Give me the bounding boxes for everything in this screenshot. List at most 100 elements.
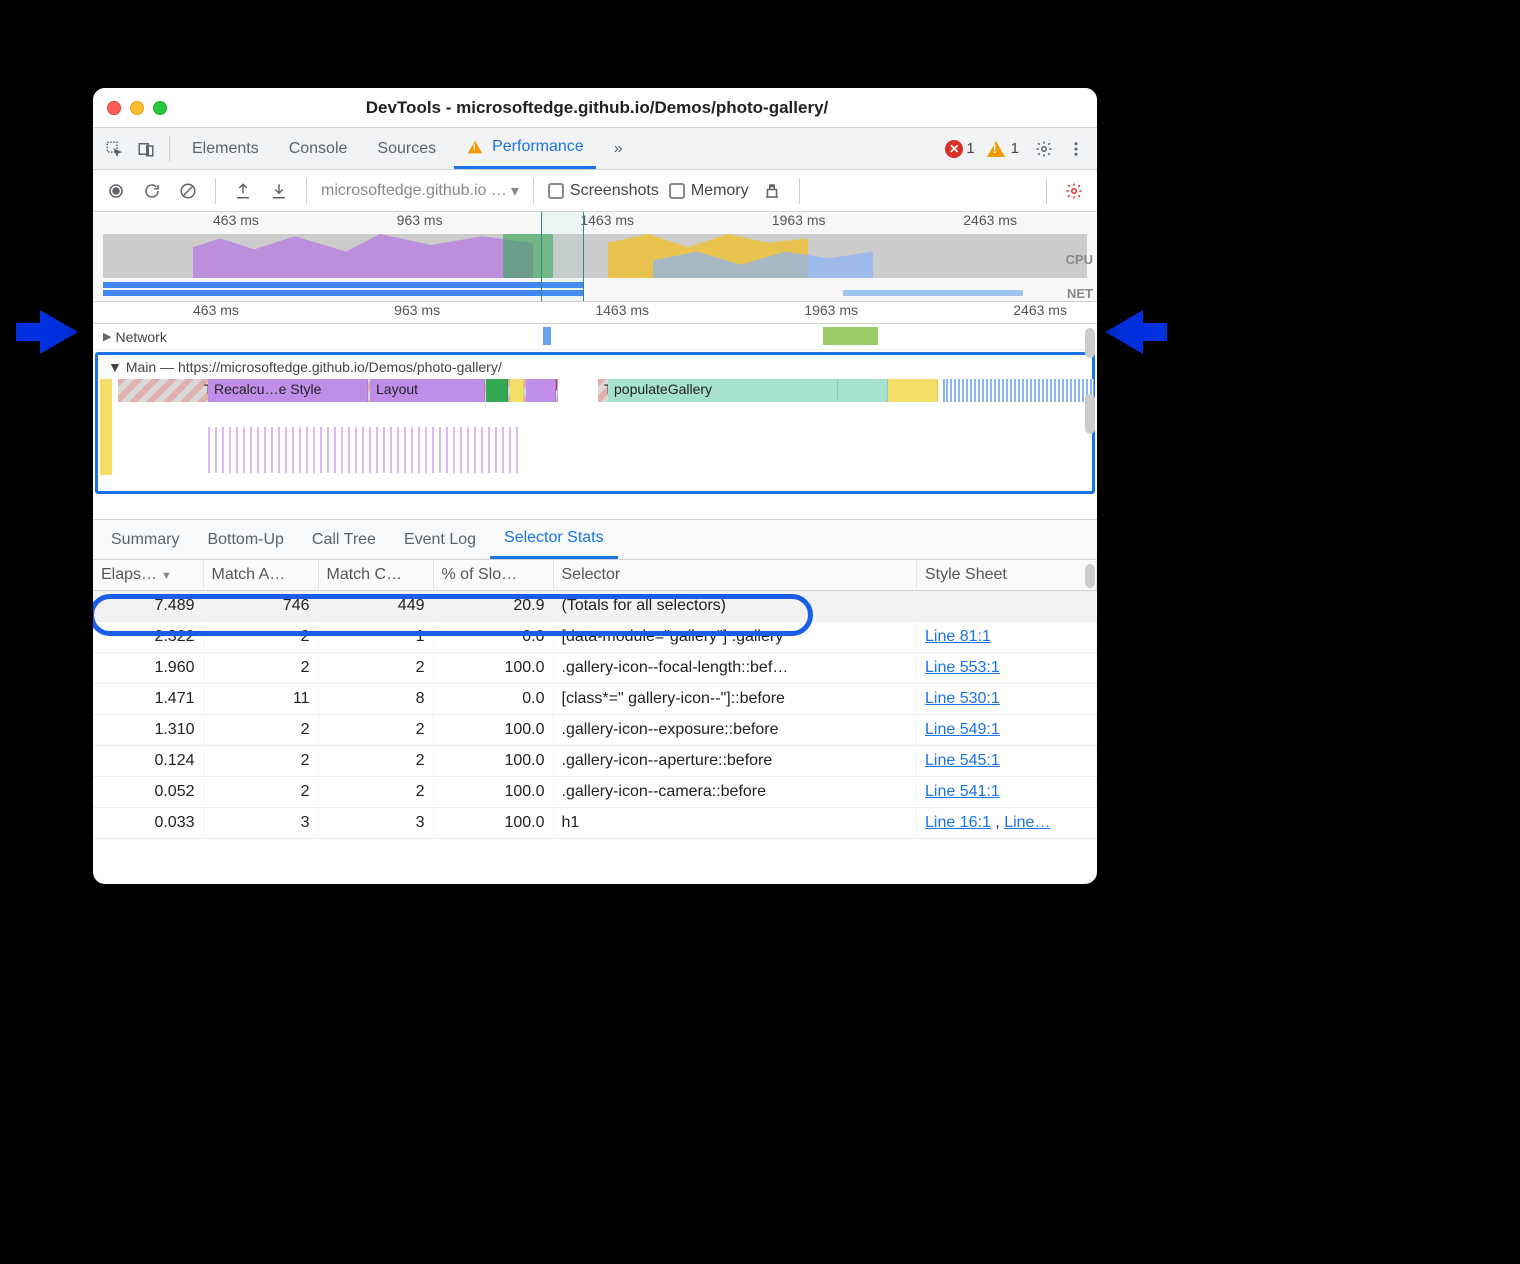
script-bar[interactable] bbox=[510, 379, 524, 402]
stylesheet-link[interactable]: Line 549:1 bbox=[925, 721, 1000, 738]
timeline-overview[interactable]: 463 ms 963 ms 1463 ms 1963 ms 2463 ms CP… bbox=[93, 212, 1097, 302]
stylesheet-link[interactable]: Line 16:1 bbox=[925, 814, 991, 831]
cell: 0.033 bbox=[93, 808, 203, 839]
col-match-a[interactable]: Match A… bbox=[203, 560, 318, 591]
stylesheet-link[interactable]: Line 553:1 bbox=[925, 659, 1000, 676]
cell: (Totals for all selectors) bbox=[553, 591, 917, 622]
subtab-selector-stats[interactable]: Selector Stats bbox=[490, 520, 618, 559]
net-bar bbox=[103, 282, 583, 288]
col-elapsed[interactable]: Elaps…▼ bbox=[93, 560, 203, 591]
paint-bar[interactable] bbox=[486, 379, 508, 402]
network-track-header[interactable]: ▶ Network bbox=[93, 324, 1097, 350]
inspect-element-icon[interactable] bbox=[101, 136, 127, 162]
upload-profile-icon[interactable] bbox=[230, 178, 256, 204]
download-profile-icon[interactable] bbox=[266, 178, 292, 204]
memory-checkbox[interactable]: Memory bbox=[669, 182, 749, 200]
table-row[interactable]: 0.12422100.0.gallery-icon--aperture::bef… bbox=[93, 746, 1097, 777]
warning-counter[interactable]: 1 bbox=[987, 140, 1019, 157]
bar-label: Layout bbox=[376, 381, 418, 397]
annotation-arrow-left bbox=[40, 310, 78, 354]
device-toggle-icon[interactable] bbox=[133, 136, 159, 162]
col-match-c[interactable]: Match C… bbox=[318, 560, 433, 591]
flame-bars[interactable]: Task Task Recalcu…e Style Layout Run Mic… bbox=[118, 379, 1092, 487]
chevron-down-icon: ▾ bbox=[511, 181, 519, 201]
table-row[interactable]: 1.31022100.0.gallery-icon--exposure::bef… bbox=[93, 715, 1097, 746]
more-menu-icon[interactable] bbox=[1063, 136, 1089, 162]
cpu-label: CPU bbox=[1066, 252, 1093, 267]
close-window-button[interactable] bbox=[107, 101, 121, 115]
cell: Line 530:1 bbox=[917, 684, 1097, 715]
stylesheet-link[interactable]: Line 545:1 bbox=[925, 752, 1000, 769]
overview-selection[interactable] bbox=[541, 212, 584, 301]
subtab-event-log[interactable]: Event Log bbox=[390, 520, 490, 559]
scrollbar-thumb[interactable] bbox=[1085, 394, 1095, 434]
cell: 100.0 bbox=[433, 653, 553, 684]
subtab-label: Call Tree bbox=[312, 531, 376, 549]
populate-gallery-bar[interactable]: populateGallery bbox=[608, 379, 838, 402]
table-row[interactable]: 1.4711180.0[class*=" gallery-icon--"]::b… bbox=[93, 684, 1097, 715]
net-mark bbox=[543, 327, 563, 345]
bar-stripes[interactable] bbox=[946, 379, 1094, 402]
bar[interactable] bbox=[526, 379, 556, 402]
table-row[interactable]: 2.322210.0[data-module="gallery"] .galle… bbox=[93, 622, 1097, 653]
clear-button[interactable] bbox=[175, 178, 201, 204]
subtab-bottom-up[interactable]: Bottom-Up bbox=[193, 520, 297, 559]
tab-console[interactable]: Console bbox=[277, 128, 360, 169]
scrollbar-thumb[interactable] bbox=[1085, 328, 1095, 358]
checkbox-box bbox=[548, 183, 564, 199]
main-thread-header[interactable]: ▼ Main — https://microsoftedge.github.io… bbox=[98, 355, 1092, 379]
minimize-window-button[interactable] bbox=[130, 101, 144, 115]
cell: 0.052 bbox=[93, 777, 203, 808]
table-row[interactable]: 1.96022100.0.gallery-icon--focal-length:… bbox=[93, 653, 1097, 684]
tick: 463 ms bbox=[213, 212, 259, 232]
flamechart[interactable]: ▶ Network ▼ Main — https://microsoftedge… bbox=[93, 324, 1097, 520]
divider bbox=[306, 178, 307, 204]
checkbox-box bbox=[669, 183, 685, 199]
settings-icon[interactable] bbox=[1031, 136, 1057, 162]
table-row[interactable]: 7.48974644920.9(Totals for all selectors… bbox=[93, 591, 1097, 622]
tab-elements[interactable]: Elements bbox=[180, 128, 271, 169]
table-row[interactable]: 0.05222100.0.gallery-icon--camera::befor… bbox=[93, 777, 1097, 808]
divider bbox=[169, 136, 170, 162]
col-selector[interactable]: Selector bbox=[553, 560, 917, 591]
stylesheet-link[interactable]: Line 530:1 bbox=[925, 690, 1000, 707]
expander-icon: ▼ bbox=[108, 359, 122, 375]
context-selector[interactable]: microsoftedge.github.io … ▾ bbox=[321, 181, 519, 201]
table-row[interactable]: 0.03333100.0h1Line 16:1 , Line… bbox=[93, 808, 1097, 839]
col-pct-slow[interactable]: % of Slo… bbox=[433, 560, 553, 591]
recalc-style-bar[interactable]: Recalcu…e Style bbox=[208, 379, 368, 402]
tab-label: Console bbox=[289, 140, 348, 158]
maximize-window-button[interactable] bbox=[153, 101, 167, 115]
annotation-arrow-right bbox=[1105, 310, 1143, 354]
tab-sources[interactable]: Sources bbox=[365, 128, 448, 169]
details-tabstrip: Summary Bottom-Up Call Tree Event Log Se… bbox=[93, 520, 1097, 560]
layout-bar[interactable]: Layout bbox=[370, 379, 485, 402]
cell: 100.0 bbox=[433, 715, 553, 746]
stylesheet-link[interactable]: Line 541:1 bbox=[925, 783, 1000, 800]
subtab-call-tree[interactable]: Call Tree bbox=[298, 520, 390, 559]
tab-performance[interactable]: Performance bbox=[454, 128, 596, 169]
subtab-summary[interactable]: Summary bbox=[97, 520, 193, 559]
cell: 100.0 bbox=[433, 746, 553, 777]
divider bbox=[215, 178, 216, 204]
divider bbox=[799, 178, 800, 204]
stylesheet-link[interactable]: Line 81:1 bbox=[925, 628, 991, 645]
reload-record-button[interactable] bbox=[139, 178, 165, 204]
tick: 2463 ms bbox=[963, 212, 1017, 232]
bar-label: Recalcu…e Style bbox=[214, 381, 321, 397]
warning-icon bbox=[987, 141, 1005, 157]
capture-settings-icon[interactable] bbox=[1061, 178, 1087, 204]
stylesheet-link[interactable]: Line… bbox=[1004, 814, 1050, 831]
net-bar bbox=[103, 290, 583, 296]
error-counter[interactable]: ✕ 1 bbox=[945, 140, 974, 158]
record-button[interactable] bbox=[103, 178, 129, 204]
cell: Line 549:1 bbox=[917, 715, 1097, 746]
cell: 2 bbox=[318, 777, 433, 808]
tab-more[interactable]: » bbox=[602, 128, 635, 169]
screenshots-checkbox[interactable]: Screenshots bbox=[548, 182, 659, 200]
garbage-collect-icon[interactable] bbox=[759, 178, 785, 204]
scrollbar-thumb[interactable] bbox=[1085, 564, 1095, 588]
table-header-row: Elaps…▼ Match A… Match C… % of Slo… Sele… bbox=[93, 560, 1097, 591]
selector-stats-table[interactable]: Elaps…▼ Match A… Match C… % of Slo… Sele… bbox=[93, 560, 1097, 884]
col-stylesheet[interactable]: Style Sheet bbox=[917, 560, 1097, 591]
